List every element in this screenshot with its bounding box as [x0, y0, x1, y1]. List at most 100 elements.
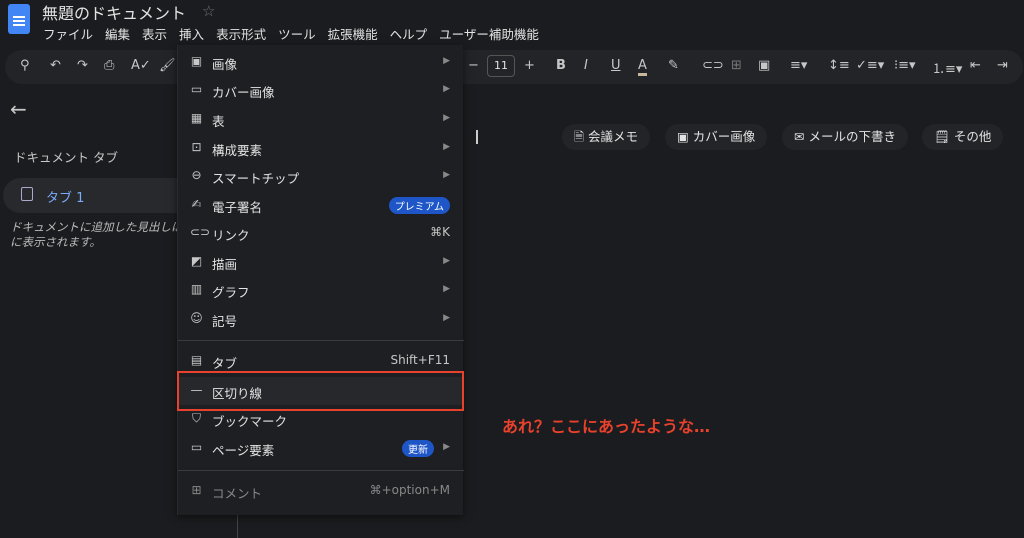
link-icon: ⊂⊃: [190, 225, 211, 239]
menu-item-label: 描画: [212, 257, 238, 272]
menu-item-label: 画像: [212, 57, 238, 72]
menu-item-8[interactable]: ▥ グラフ ▶: [178, 276, 464, 304]
menu-item-label: コメント: [212, 486, 263, 501]
menu-view[interactable]: 表示: [142, 24, 167, 43]
chip-more[interactable]: 🗒 その他: [922, 124, 1004, 150]
plus-icon[interactable]: +: [524, 58, 535, 73]
table-icon: ▦: [190, 111, 203, 125]
redo-icon[interactable]: ↷: [77, 58, 88, 73]
highlight-box: [177, 371, 464, 411]
chip-email-draft[interactable]: ✉ メールの下書き: [782, 124, 908, 150]
chip-label: カバー画像: [692, 129, 756, 144]
checklist-icon[interactable]: ✓≡▾: [856, 58, 884, 73]
indent-increase-icon[interactable]: ⇥: [997, 58, 1008, 73]
menu-separator: [178, 470, 464, 471]
star-icon[interactable]: ☆: [202, 2, 215, 20]
font-size-input[interactable]: 11: [487, 55, 515, 77]
menu-item-14: ⊞ コメント ⌘+option+M: [178, 477, 464, 505]
menu-item-9[interactable]: ☺ 記号 ▶: [178, 305, 464, 333]
bold-icon[interactable]: B: [556, 58, 566, 73]
sidebar-tab-item[interactable]: タブ 1: [3, 178, 203, 213]
paint-format-icon[interactable]: 🖌: [159, 58, 176, 73]
menu-item-0[interactable]: ▣ 画像 ▶: [178, 48, 464, 76]
submenu-arrow-icon: ▶: [443, 442, 450, 452]
submenu-arrow-icon: ▶: [443, 313, 450, 323]
spellcheck-icon[interactable]: A✓: [131, 58, 151, 73]
annotation-text: あれ？ここにあったような…: [502, 417, 711, 436]
menu-item-6[interactable]: ⊂⊃ リンク ⌘K: [178, 219, 464, 247]
menu-item-label: グラフ: [212, 285, 250, 300]
menu-item-4[interactable]: ⊖ スマートチップ ▶: [178, 162, 464, 190]
comment-icon[interactable]: ⊞: [731, 58, 742, 73]
menu-file[interactable]: ファイル: [43, 24, 93, 43]
menu-item-label: ブックマーク: [212, 414, 288, 429]
back-arrow-icon[interactable]: ←: [10, 97, 27, 121]
numbered-list-icon[interactable]: ⒈≡▾: [932, 58, 962, 77]
menu-item-label: リンク: [212, 228, 250, 243]
submenu-arrow-icon: ▶: [443, 170, 450, 180]
divider: [237, 512, 238, 538]
drawing-icon: ◩: [190, 254, 203, 268]
shortcut: ⌘K: [430, 225, 450, 239]
bullet-list-icon[interactable]: ⁝≡▾: [894, 58, 916, 73]
comment-icon: ⊞: [191, 483, 202, 497]
menu-item-13[interactable]: ▭ ページ要素 更新 ▶: [178, 434, 464, 462]
menu-item-label: カバー画像: [212, 85, 275, 100]
shortcut: ⌘+option+M: [369, 483, 450, 497]
menu-tools[interactable]: ツール: [278, 24, 316, 43]
undo-icon[interactable]: ↶: [50, 58, 61, 73]
menu-badge: プレミアム: [388, 197, 450, 214]
bookmark-icon: ⛉: [191, 411, 201, 425]
building-blocks-icon: ⊡: [191, 140, 202, 154]
menu-edit[interactable]: 編集: [105, 24, 130, 43]
align-icon[interactable]: ≡▾: [790, 58, 807, 73]
emoji-icon: ☺: [190, 311, 203, 325]
submenu-arrow-icon: ▶: [443, 56, 450, 66]
chip-meeting-notes[interactable]: 🗎 会議メモ: [562, 124, 651, 150]
menu-item-2[interactable]: ▦ 表 ▶: [178, 105, 464, 133]
italic-icon[interactable]: I: [584, 58, 588, 73]
shortcut: Shift+F11: [390, 353, 450, 367]
menu-item-3[interactable]: ⊡ 構成要素 ▶: [178, 134, 464, 162]
sidebar-note: ドキュメントに追加した見出しは に表示されます。: [10, 220, 183, 249]
image-icon[interactable]: ▣: [758, 58, 770, 73]
menu-accessibility[interactable]: ユーザー補助機能: [439, 24, 539, 43]
menu-item-1[interactable]: ▭ カバー画像 ▶: [178, 76, 464, 104]
menu-item-7[interactable]: ◩ 描画 ▶: [178, 248, 464, 276]
smart-chip-icon: ⊖: [191, 168, 202, 182]
print-icon[interactable]: ⎙: [104, 58, 114, 73]
document-tab-icon: [21, 187, 33, 201]
highlight-icon[interactable]: ✎: [668, 58, 679, 73]
image-icon: ▣: [190, 54, 203, 68]
docs-logo[interactable]: [8, 4, 30, 34]
menu-separator: [178, 340, 464, 341]
chip-label: メールの下書き: [808, 129, 896, 144]
submenu-arrow-icon: ▶: [443, 113, 450, 123]
cover-image-icon: ▭: [190, 82, 203, 96]
menu-item-label: タブ: [212, 356, 238, 371]
text-color-icon[interactable]: A: [638, 58, 647, 76]
submenu-arrow-icon: ▶: [443, 284, 450, 294]
minus-icon[interactable]: −: [468, 58, 479, 73]
underline-icon[interactable]: U: [611, 58, 621, 73]
menu-help[interactable]: ヘルプ: [390, 24, 428, 43]
menu-format[interactable]: 表示形式: [216, 24, 266, 43]
link-icon[interactable]: ⊂⊃: [702, 58, 724, 73]
document-title[interactable]: 無題のドキュメント: [42, 0, 186, 24]
menu-extensions[interactable]: 拡張機能: [328, 24, 378, 43]
menu-item-label: 記号: [212, 314, 238, 329]
menu-insert[interactable]: 挿入: [179, 24, 204, 43]
submenu-arrow-icon: ▶: [443, 256, 450, 266]
indent-decrease-icon[interactable]: ⇤: [970, 58, 981, 73]
menu-item-label: 構成要素: [212, 143, 263, 158]
menubar: ファイル 編集 表示 挿入 表示形式 ツール 拡張機能 ヘルプ ユーザー補助機能: [43, 24, 539, 43]
chip-cover-image[interactable]: ▣ カバー画像: [665, 124, 768, 150]
tab-label: タブ 1: [46, 191, 85, 206]
menu-item-5[interactable]: ✍ 電子署名 プレミアム: [178, 191, 464, 219]
line-spacing-icon[interactable]: ↕≡: [828, 58, 850, 73]
menu-item-label: 表: [212, 114, 225, 129]
menu-item-label: ページ要素: [212, 443, 275, 458]
search-icon[interactable]: ⚲: [20, 58, 30, 73]
chip-label: 会議メモ: [588, 129, 639, 144]
sidebar-title: ドキュメント タブ: [14, 150, 118, 165]
